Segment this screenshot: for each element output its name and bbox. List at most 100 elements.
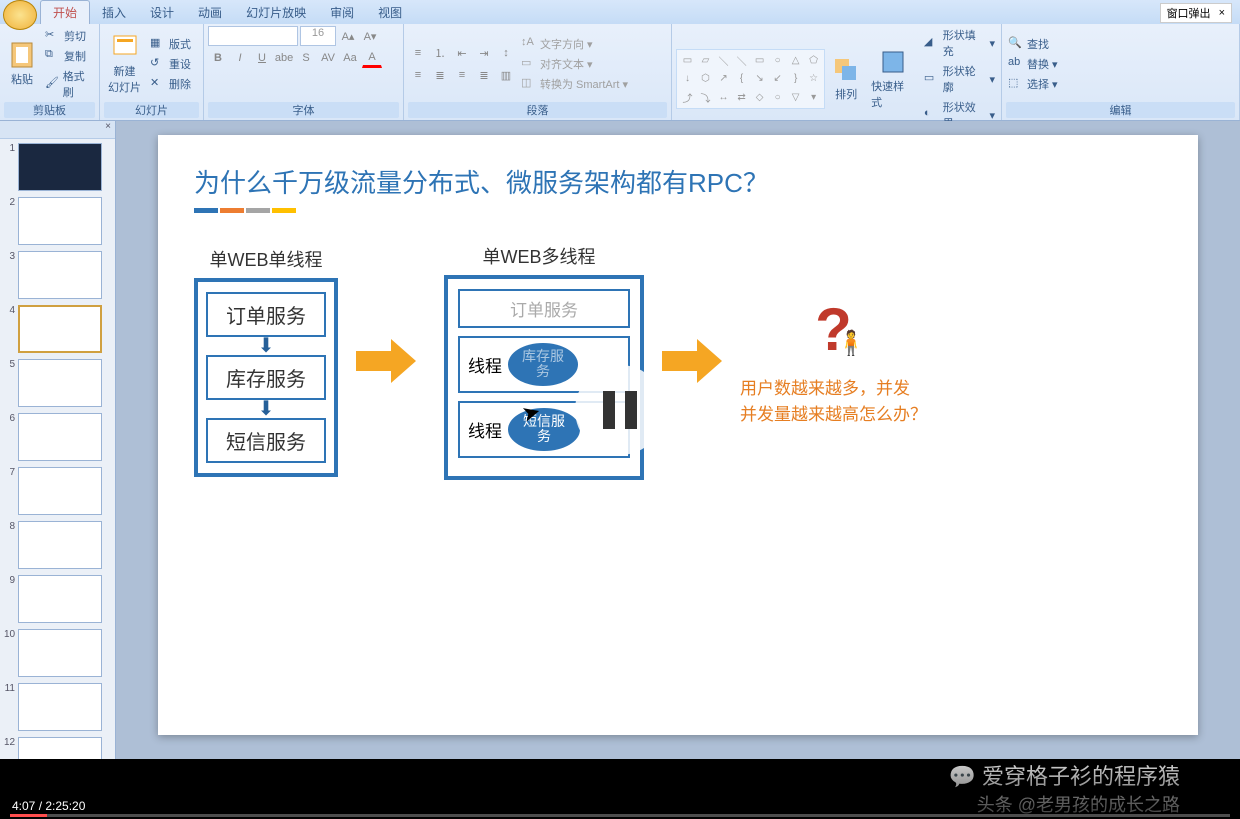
thumbnail-row[interactable]: 2 — [4, 197, 111, 245]
arrow-down-icon: ⬇ — [206, 402, 326, 416]
panel-close-icon[interactable]: × — [105, 121, 111, 138]
tab-design[interactable]: 设计 — [138, 1, 186, 24]
bullets-button[interactable]: ≡ — [408, 43, 428, 63]
grow-font-button[interactable]: A▴ — [338, 26, 358, 46]
tab-anim[interactable]: 动画 — [186, 1, 234, 24]
smartart-icon: ◫ — [521, 76, 537, 92]
indent-in-button[interactable]: ⇥ — [474, 43, 494, 63]
service-sms: 短信服务 — [206, 418, 326, 463]
italic-button[interactable]: I — [230, 48, 250, 68]
main-area: × 12345678910111213 为什么千万级流量分布式、微服务架构都有R… — [0, 121, 1240, 759]
big-arrow-icon — [662, 339, 722, 383]
align-left-button[interactable]: ≡ — [408, 65, 428, 85]
cut-button[interactable]: ✂剪切 — [43, 27, 95, 45]
thumbnail-row[interactable]: 6 — [4, 413, 111, 461]
paste-button[interactable]: 粘贴 — [4, 39, 40, 89]
thumbnail-row[interactable]: 11 — [4, 683, 111, 731]
thumbnail-row[interactable]: 1 — [4, 143, 111, 191]
big-arrow-icon — [356, 339, 416, 383]
align-right-button[interactable]: ≡ — [452, 65, 472, 85]
video-time: 4:07 / 2:25:20 — [12, 799, 85, 813]
find-button[interactable]: 🔍查找 — [1006, 35, 1060, 53]
layout-icon: ▦ — [150, 36, 166, 52]
thumbnail-row[interactable]: 5 — [4, 359, 111, 407]
ribbon-tabs: 开始 插入 设计 动画 幻灯片放映 审阅 视图 窗口弹出 × — [0, 0, 1240, 24]
replace-icon: ab — [1008, 56, 1024, 72]
text-direction-button[interactable]: ↕A文字方向 ▾ — [519, 35, 630, 53]
shadow-button[interactable]: S — [296, 48, 316, 68]
align-text-button[interactable]: ▭对齐文本 ▾ — [519, 55, 630, 73]
outline-icon: ▭ — [924, 71, 940, 87]
question-text: 用户数越来越多，并发 并发量越来越高怎么办？ — [740, 376, 927, 427]
font-color-button[interactable]: A — [362, 48, 382, 68]
arrange-icon — [832, 56, 860, 84]
oval-stock: 库存服务 — [508, 343, 578, 386]
bold-button[interactable]: B — [208, 48, 228, 68]
indent-out-button[interactable]: ⇤ — [452, 43, 472, 63]
spacing-button[interactable]: AV — [318, 48, 338, 68]
tab-home[interactable]: 开始 — [40, 0, 90, 24]
case-button[interactable]: Aa — [340, 48, 360, 68]
group-label-paragraph: 段落 — [408, 102, 667, 118]
office-button[interactable] — [3, 0, 37, 30]
underline-button[interactable]: U — [252, 48, 272, 68]
delete-button[interactable]: ✕删除 — [148, 75, 193, 93]
justify-button[interactable]: ≣ — [474, 65, 494, 85]
copy-button[interactable]: ⧉复制 — [43, 47, 95, 65]
replace-button[interactable]: ab替换 ▾ — [1006, 55, 1060, 73]
smartart-button[interactable]: ◫转换为 SmartArt ▾ — [519, 75, 630, 93]
thread-label: 线程 — [468, 417, 502, 442]
thumbnail-row[interactable]: 4 — [4, 305, 111, 353]
group-label-editing: 编辑 — [1006, 102, 1235, 118]
shapes-gallery[interactable]: ▭▱＼＼▭○△⬠ ↓⬡↗{↘↙}☆ ⤴⤵↔⇄◇○▽▾ — [676, 49, 825, 109]
text-direction-icon: ↕A — [521, 36, 537, 52]
video-progress[interactable] — [10, 814, 1230, 817]
columns-button[interactable]: ▥ — [496, 65, 516, 85]
single-thread-box: 订单服务 ⬇ 库存服务 ⬇ 短信服务 — [194, 278, 338, 477]
painter-button[interactable]: 🖌格式刷 — [43, 67, 95, 101]
brush-icon: 🖌 — [45, 76, 60, 92]
popup-close-icon[interactable]: × — [1219, 7, 1225, 19]
tab-review[interactable]: 审阅 — [318, 1, 366, 24]
reset-button[interactable]: ↺重设 — [148, 55, 193, 73]
shape-fill-button[interactable]: ◢形状填充 ▾ — [922, 26, 997, 60]
question-mark-icon: ?🧍 — [815, 295, 852, 364]
thumbnail-row[interactable]: 3 — [4, 251, 111, 299]
thumbnail-row[interactable]: 7 — [4, 467, 111, 515]
numbering-button[interactable]: ⒈ — [430, 43, 450, 63]
thumbnail-row[interactable]: 9 — [4, 575, 111, 623]
arrange-button[interactable]: 排列 — [828, 54, 864, 104]
find-icon: 🔍 — [1008, 36, 1024, 52]
tab-insert[interactable]: 插入 — [90, 1, 138, 24]
scissors-icon: ✂ — [45, 28, 61, 44]
align-text-icon: ▭ — [521, 56, 537, 72]
quick-style-button[interactable]: 快速样式 — [867, 46, 919, 112]
popup-window-label: 窗口弹出 × — [1160, 3, 1232, 23]
thumbnail-row[interactable]: 10 — [4, 629, 111, 677]
shape-outline-button[interactable]: ▭形状轮廓 ▾ — [922, 62, 997, 96]
strike-button[interactable]: abe — [274, 48, 294, 68]
slide-editor[interactable]: 为什么千万级流量分布式、微服务架构都有RPC？ 单WEB单线程 订单服务 ⬇ 库… — [116, 121, 1240, 759]
slide-thumbnail-panel: × 12345678910111213 — [0, 121, 116, 759]
service-stock: 库存服务 — [206, 355, 326, 400]
shrink-font-button[interactable]: A▾ — [360, 26, 380, 46]
tab-slideshow[interactable]: 幻灯片放映 — [234, 1, 318, 24]
group-label-font: 字体 — [208, 102, 399, 118]
thumbnail-row[interactable]: 8 — [4, 521, 111, 569]
service-order: 订单服务 — [206, 292, 326, 337]
line-spacing-button[interactable]: ↕ — [496, 43, 516, 63]
delete-icon: ✕ — [150, 76, 166, 92]
thumbnails-list[interactable]: 12345678910111213 — [0, 139, 115, 759]
thumbnail-row[interactable]: 12 — [4, 737, 111, 759]
select-icon: ⬚ — [1008, 76, 1024, 92]
font-family-combo[interactable] — [208, 26, 298, 46]
select-button[interactable]: ⬚选择 ▾ — [1006, 75, 1060, 93]
font-size-combo[interactable]: 16 — [300, 26, 336, 46]
layout-button[interactable]: ▦版式 — [148, 35, 193, 53]
new-slide-button[interactable]: 新建 幻灯片 — [104, 31, 145, 97]
video-controls[interactable]: 4:07 / 2:25:20 — [0, 759, 1240, 819]
copy-icon: ⧉ — [45, 48, 61, 64]
align-center-button[interactable]: ≣ — [430, 65, 450, 85]
tab-view[interactable]: 视图 — [366, 1, 414, 24]
quick-style-icon — [879, 48, 907, 76]
